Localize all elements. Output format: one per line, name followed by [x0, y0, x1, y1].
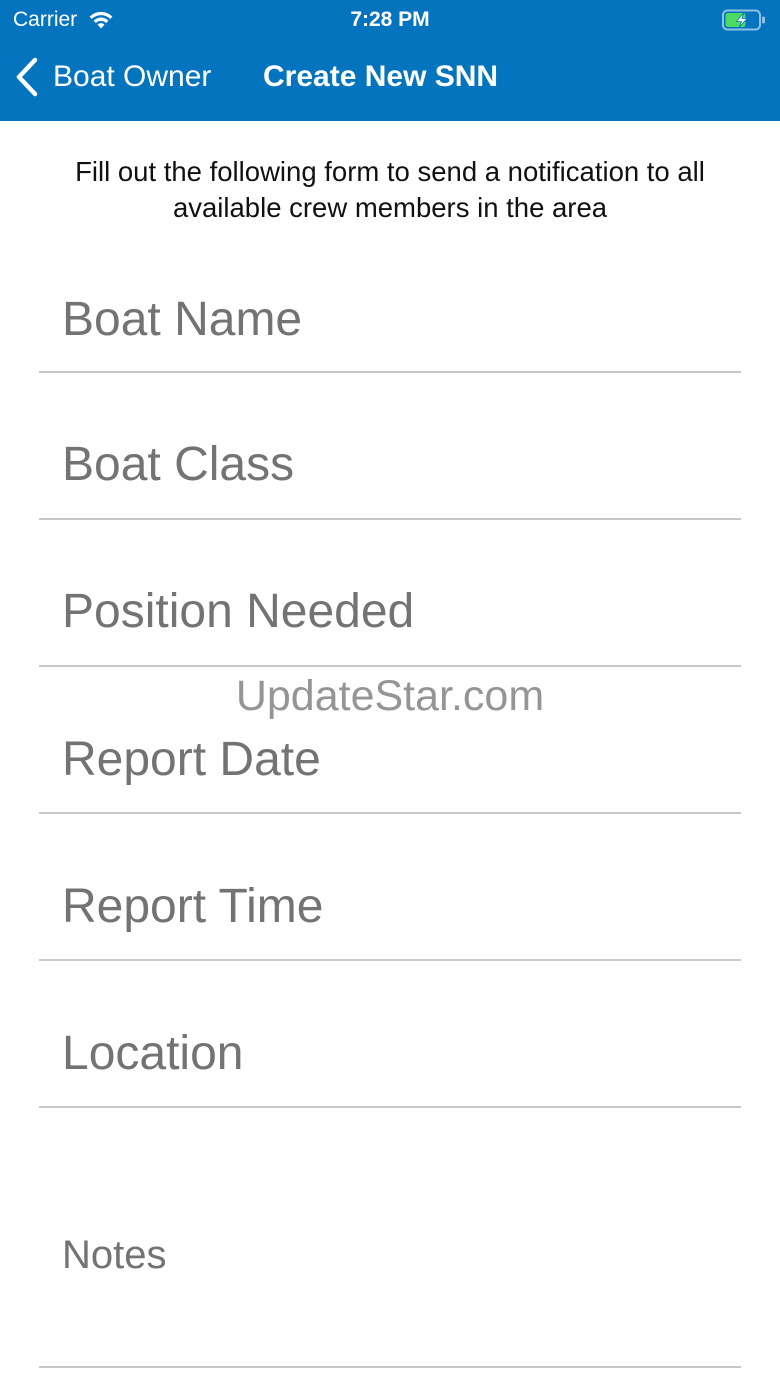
form-instructions: Fill out the following form to send a no… — [75, 156, 705, 223]
boat-class-field — [39, 408, 741, 520]
boat-name-field — [39, 262, 741, 373]
back-button[interactable]: Boat Owner — [14, 56, 211, 98]
report-time-input[interactable] — [39, 876, 741, 936]
position-needed-input[interactable] — [39, 581, 741, 641]
location-field — [39, 995, 741, 1108]
page-title: Create New SNN — [263, 60, 499, 93]
app-header: Carrier 7:28 PM Boat Owner Create New SN… — [0, 0, 780, 121]
chevron-left-icon — [16, 57, 38, 97]
boat-class-input[interactable] — [39, 434, 741, 494]
boat-name-input[interactable] — [39, 289, 741, 349]
status-bar: Carrier 7:28 PM — [0, 0, 780, 40]
report-time-field — [39, 848, 741, 961]
report-date-field — [39, 701, 741, 814]
position-needed-field — [39, 555, 741, 667]
back-button-label: Boat Owner — [53, 60, 212, 93]
create-snn-screen: Carrier 7:28 PM Boat Owner Create New SN… — [0, 0, 780, 1387]
report-date-input[interactable] — [39, 729, 741, 789]
notes-input[interactable] — [39, 1225, 741, 1285]
battery-charging-icon — [722, 9, 765, 31]
navigation-bar: Boat Owner Create New SNN — [0, 40, 780, 121]
location-input[interactable] — [39, 1023, 741, 1083]
notes-field — [39, 1190, 741, 1368]
status-time: 7:28 PM — [350, 8, 430, 31]
